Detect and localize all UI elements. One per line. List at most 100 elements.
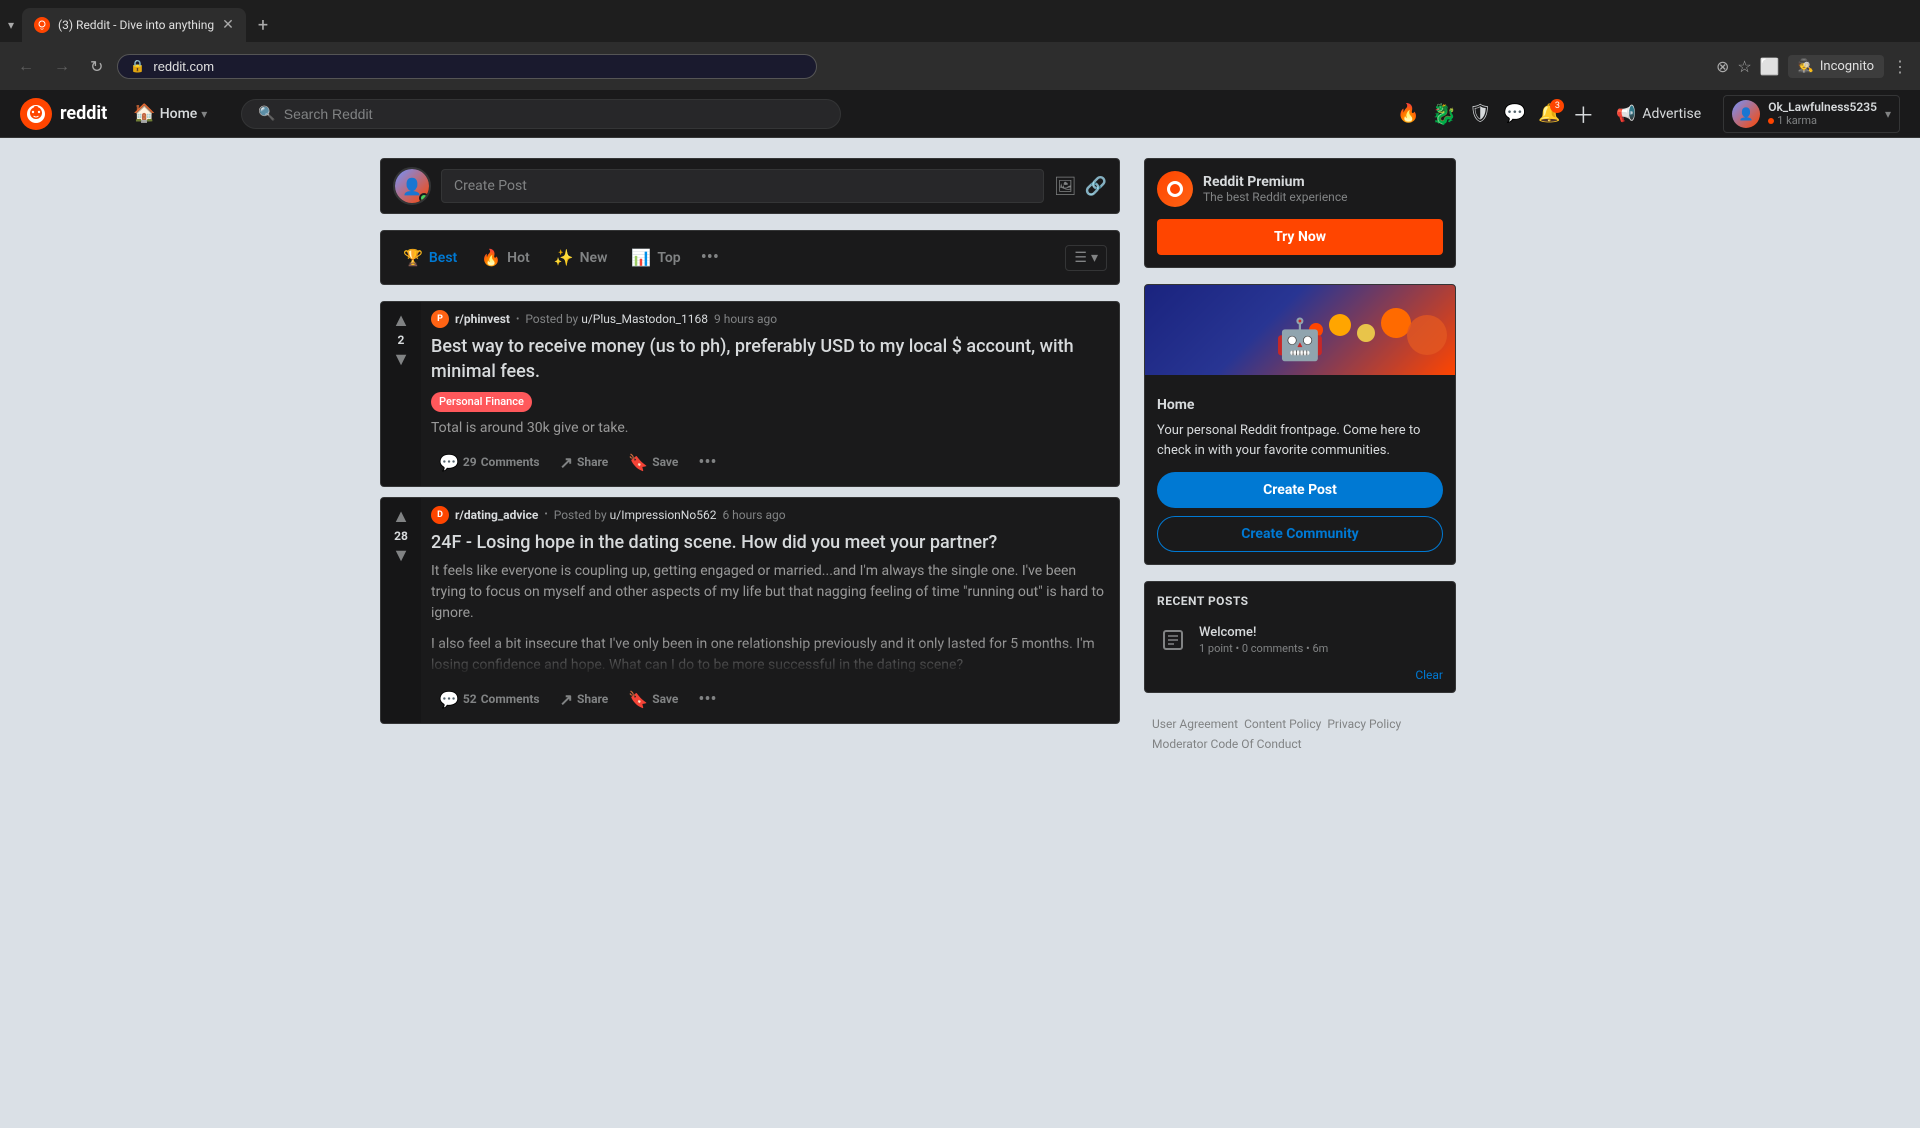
sidebar-create-community-button[interactable]: Create Community bbox=[1157, 516, 1443, 552]
reddit-logo[interactable]: reddit bbox=[20, 98, 107, 130]
upvote-button-1[interactable]: ▲ bbox=[392, 310, 410, 331]
downvote-button-1[interactable]: ▼ bbox=[392, 349, 410, 370]
planet-3 bbox=[1357, 324, 1375, 342]
vote-count-2: 28 bbox=[394, 529, 408, 543]
forward-button[interactable]: → bbox=[48, 52, 76, 80]
subreddit-icon-2: D bbox=[431, 506, 449, 524]
downvote-button-2[interactable]: ▼ bbox=[392, 545, 410, 566]
address-bar[interactable]: 🔒 reddit.com bbox=[117, 54, 817, 79]
post-card-2[interactable]: ▲ 28 ▼ D r/dating_advice • Posted by u/I… bbox=[380, 497, 1120, 724]
post-card[interactable]: ▲ 2 ▼ P r/phinvest • Posted by u/Plus_Ma… bbox=[380, 301, 1120, 487]
tab-prev-btn[interactable]: ▾ bbox=[8, 18, 14, 32]
streaks-icon[interactable]: 🔥 bbox=[1397, 103, 1419, 124]
new-tab-button[interactable]: + bbox=[250, 15, 276, 36]
notification-badge: 3 bbox=[1550, 99, 1564, 113]
comments-button-1[interactable]: 💬 29 Comments bbox=[431, 447, 548, 478]
cast-icon[interactable]: ⊗ bbox=[1716, 57, 1729, 76]
try-now-button[interactable]: Try Now bbox=[1157, 219, 1443, 255]
sort-top-button[interactable]: 📊 Top bbox=[621, 242, 690, 273]
refresh-button[interactable]: ↻ bbox=[84, 53, 109, 80]
url-input[interactable]: reddit.com bbox=[153, 59, 804, 74]
upvote-button-2[interactable]: ▲ bbox=[392, 506, 410, 527]
premium-subtitle: The best Reddit experience bbox=[1203, 190, 1347, 204]
clear-recent-button[interactable]: Clear bbox=[1145, 664, 1455, 692]
user-menu[interactable]: 👤 Ok_Lawfulness5235 1 karma ▾ bbox=[1723, 95, 1900, 133]
search-input[interactable] bbox=[284, 106, 825, 122]
header-actions: 🔥 🐉 🛡 💬 🔔 3 ＋ 📢 Advertise 👤 Ok_Lawfulnes… bbox=[1397, 95, 1900, 133]
post-meta-1: P r/phinvest • Posted by u/Plus_Mastodon… bbox=[431, 310, 1109, 328]
footer-link-content-policy[interactable]: Content Policy bbox=[1244, 717, 1321, 731]
create-post-bar[interactable]: 👤 Create Post 🖼 🔗 bbox=[380, 158, 1120, 214]
share-button-1[interactable]: ↗ Share bbox=[552, 447, 617, 478]
home-nav[interactable]: 🏠 Home ▾ bbox=[123, 97, 217, 130]
create-post-icons: 🖼 🔗 bbox=[1054, 176, 1107, 197]
create-post-input[interactable]: Create Post bbox=[441, 169, 1044, 203]
save-button-2[interactable]: 🔖 Save bbox=[620, 684, 686, 715]
home-card-title: Home bbox=[1157, 397, 1194, 413]
post-actions-1: 💬 29 Comments ↗ Share 🔖 Save ••• bbox=[431, 447, 1109, 478]
view-toggle[interactable]: ☰ ▾ bbox=[1065, 245, 1107, 271]
add-button[interactable]: ＋ bbox=[1572, 98, 1594, 130]
image-upload-icon[interactable]: 🖼 bbox=[1054, 176, 1077, 197]
footer-links: User Agreement Content Policy Privacy Po… bbox=[1144, 709, 1456, 759]
notifications-icon[interactable]: 🔔 3 bbox=[1538, 103, 1560, 124]
subreddit-icon-1: P bbox=[431, 310, 449, 328]
tab-close-button[interactable]: ✕ bbox=[222, 17, 234, 33]
recent-post-info: Welcome! 1 point • 0 comments • 6m bbox=[1199, 625, 1443, 655]
incognito-icon: 🕵 bbox=[1798, 59, 1814, 74]
view-icon: ☰ bbox=[1074, 250, 1087, 266]
extension-icon[interactable]: ⬜ bbox=[1760, 57, 1780, 76]
sort-hot-button[interactable]: 🔥 Hot bbox=[471, 242, 539, 273]
save-icon-1: 🔖 bbox=[628, 453, 648, 472]
reddit-mascot: 🤖 bbox=[1275, 316, 1325, 363]
comments-button-2[interactable]: 💬 52 Comments bbox=[431, 684, 548, 715]
footer-link-privacy-policy[interactable]: Privacy Policy bbox=[1327, 717, 1401, 731]
footer-link-user-agreement[interactable]: User Agreement bbox=[1152, 717, 1238, 731]
sort-best-button[interactable]: 🏆 Best bbox=[393, 242, 467, 273]
premium-title: Reddit Premium bbox=[1203, 174, 1347, 190]
reddit-logo-icon bbox=[20, 98, 52, 130]
sort-new-button[interactable]: ✨ New bbox=[544, 242, 618, 273]
post-time-2: 6 hours ago bbox=[722, 508, 785, 522]
recent-post-item[interactable]: Welcome! 1 point • 0 comments • 6m bbox=[1145, 616, 1455, 664]
coins-icon[interactable]: 🐉 bbox=[1432, 102, 1457, 126]
planet-5 bbox=[1407, 315, 1447, 355]
save-button-1[interactable]: 🔖 Save bbox=[620, 447, 686, 478]
recent-post-meta: 1 point • 0 comments • 6m bbox=[1199, 642, 1443, 655]
home-card-description: Your personal Reddit frontpage. Come her… bbox=[1157, 421, 1443, 460]
post-meta-2: D r/dating_advice • Posted by u/Impressi… bbox=[431, 506, 1109, 524]
user-avatar: 👤 bbox=[1732, 100, 1760, 128]
subreddit-link-2[interactable]: r/dating_advice bbox=[455, 508, 538, 522]
post-excerpt-1: Total is around 30k give or take. bbox=[431, 418, 1109, 439]
subreddit-link-1[interactable]: r/phinvest bbox=[455, 312, 510, 326]
post-flair-1[interactable]: Personal Finance bbox=[431, 392, 532, 411]
recent-posts-title: RECENT POSTS bbox=[1145, 582, 1455, 616]
home-card-banner: 🤖 bbox=[1145, 285, 1455, 375]
link-icon[interactable]: 🔗 bbox=[1085, 176, 1107, 197]
post-more-button-1[interactable]: ••• bbox=[690, 448, 724, 477]
new-icon: ✨ bbox=[554, 248, 574, 267]
post-content-2: D r/dating_advice • Posted by u/Impressi… bbox=[421, 498, 1119, 723]
karma-display: 1 karma bbox=[1768, 114, 1877, 127]
user-menu-chevron: ▾ bbox=[1885, 107, 1891, 121]
post-more-button-2[interactable]: ••• bbox=[690, 685, 724, 714]
sidebar-create-post-button[interactable]: Create Post bbox=[1157, 472, 1443, 508]
menu-button[interactable]: ⋮ bbox=[1892, 57, 1908, 76]
post-title-1: Best way to receive money (us to ph), pr… bbox=[431, 334, 1109, 412]
sort-more-button[interactable]: ••• bbox=[695, 241, 725, 274]
search-bar[interactable]: 🔍 bbox=[241, 99, 841, 129]
active-tab[interactable]: (3) Reddit - Dive into anything ✕ bbox=[22, 8, 246, 42]
shield-icon[interactable]: 🛡 bbox=[1469, 103, 1492, 124]
footer-link-moderator-code[interactable]: Moderator Code Of Conduct bbox=[1152, 737, 1302, 751]
bookmark-icon[interactable]: ☆ bbox=[1737, 57, 1751, 76]
security-icon: 🔒 bbox=[130, 59, 145, 73]
advertise-icon: 📢 bbox=[1616, 104, 1636, 123]
share-button-2[interactable]: ↗ Share bbox=[552, 684, 617, 715]
incognito-badge[interactable]: 🕵 Incognito bbox=[1788, 55, 1884, 78]
advertise-button[interactable]: 📢 Advertise bbox=[1606, 98, 1711, 129]
comments-icon-2: 💬 bbox=[439, 690, 459, 709]
post-body-2: It feels like everyone is coupling up, g… bbox=[431, 561, 1109, 676]
chat-icon[interactable]: 💬 bbox=[1504, 103, 1526, 124]
home-card-body: Home Your personal Reddit frontpage. Com… bbox=[1145, 375, 1455, 564]
back-button[interactable]: ← bbox=[12, 52, 40, 80]
